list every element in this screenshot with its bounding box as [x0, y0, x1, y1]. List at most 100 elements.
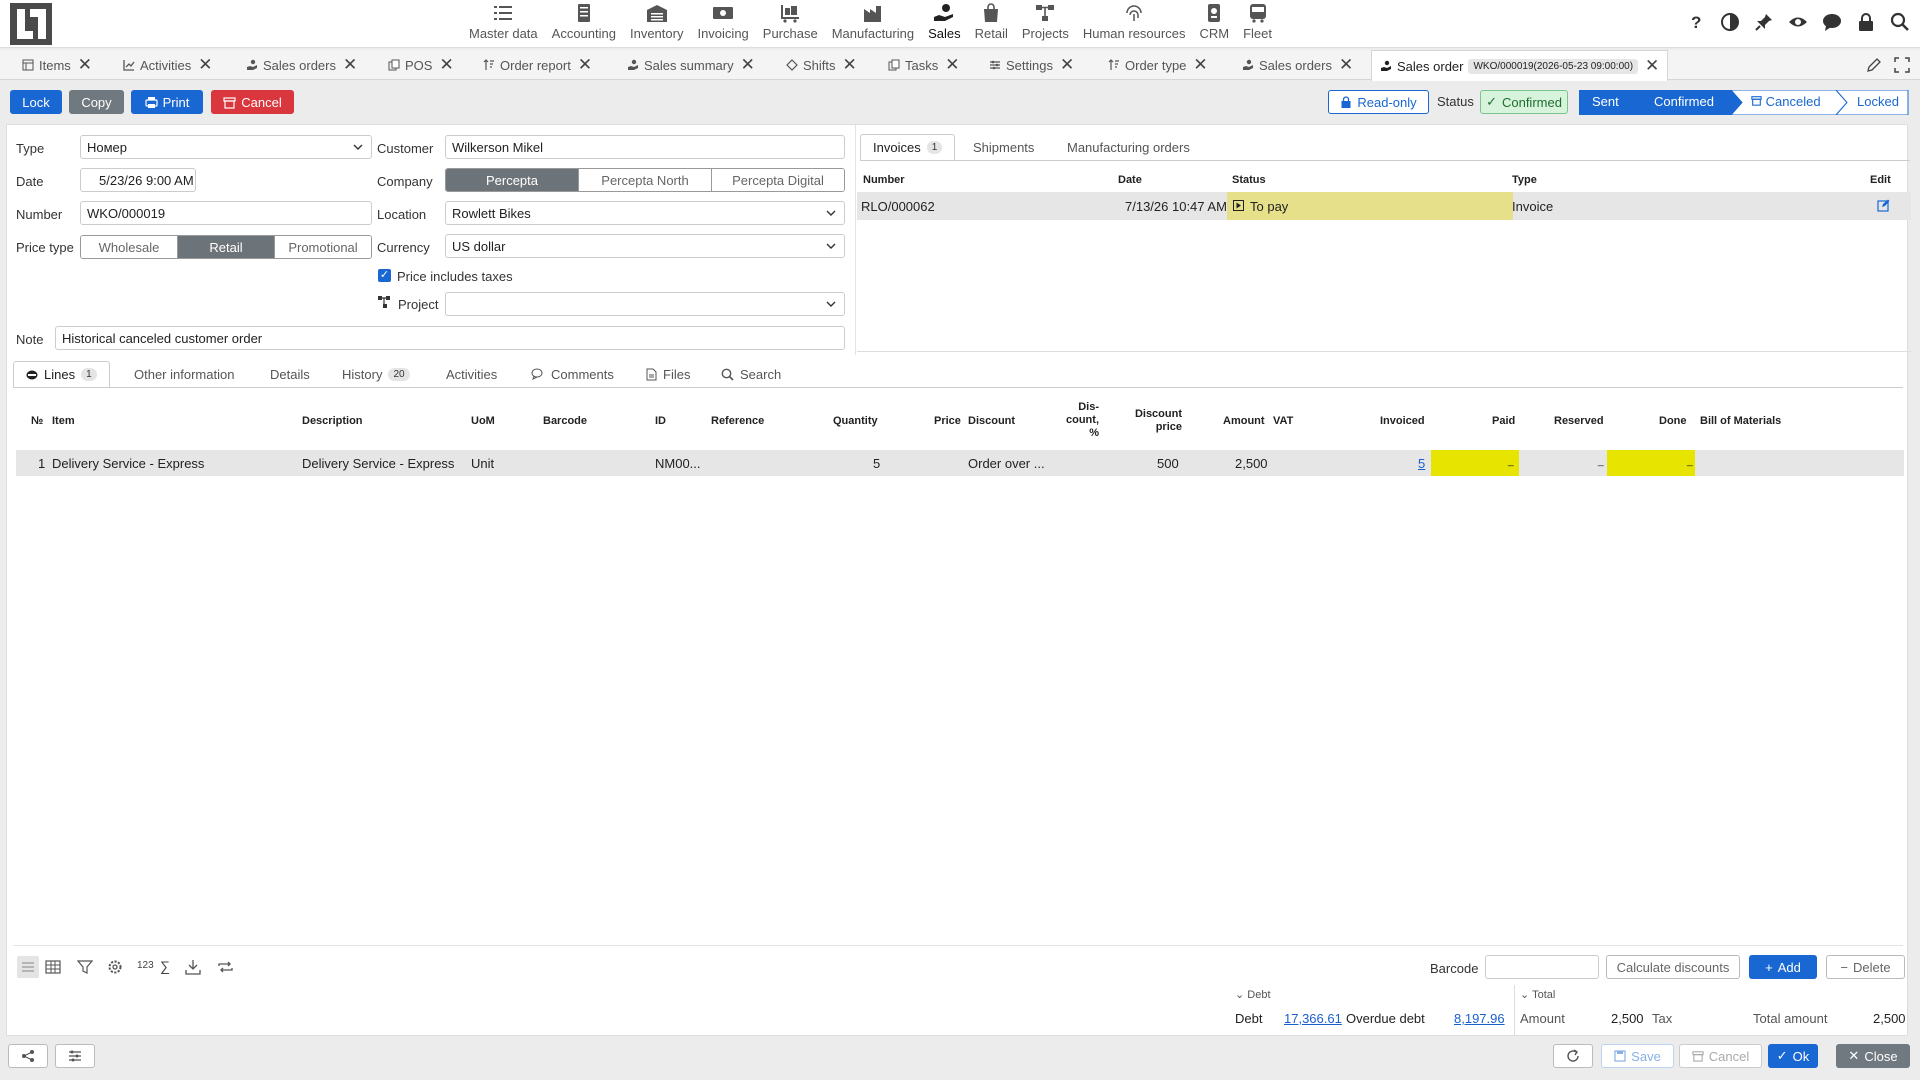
- module-retail[interactable]: Retail: [968, 0, 1015, 48]
- cancel-button[interactable]: Cancel: [1679, 1044, 1762, 1068]
- lock-button[interactable]: Lock: [10, 90, 62, 114]
- location-select[interactable]: Rowlett Bikes: [445, 201, 845, 225]
- module-sales[interactable]: Sales: [921, 0, 968, 48]
- tab-items[interactable]: Items ✕: [22, 50, 92, 80]
- module-invoicing[interactable]: Invoicing: [690, 0, 755, 48]
- company-percepta-digital[interactable]: Percepta Digital: [712, 169, 844, 191]
- close-icon[interactable]: ✕: [439, 55, 453, 75]
- settings-button[interactable]: [55, 1044, 95, 1068]
- module-inventory[interactable]: Inventory: [623, 0, 690, 48]
- contrast-icon[interactable]: [1720, 12, 1740, 32]
- tab-sales-summary[interactable]: Sales summary ✕: [627, 50, 755, 80]
- tab-order-type[interactable]: Order type ✕: [1108, 50, 1208, 80]
- type-select[interactable]: Номер: [80, 135, 372, 159]
- debt-section-toggle[interactable]: ⌄ Debt: [1235, 988, 1271, 1001]
- list-view-button[interactable]: [17, 956, 39, 978]
- module-crm[interactable]: CRM: [1192, 0, 1236, 48]
- debt-link[interactable]: 17,366.61: [1284, 1011, 1342, 1026]
- print-button[interactable]: Print: [131, 90, 203, 114]
- tab-activities[interactable]: Activities ✕: [123, 50, 213, 80]
- filter-icon[interactable]: [77, 959, 93, 975]
- delete-line-button[interactable]: − Delete: [1826, 955, 1905, 979]
- help-icon[interactable]: ?: [1686, 12, 1706, 32]
- tab-order-report[interactable]: Order report ✕: [483, 50, 592, 80]
- gear-icon[interactable]: [107, 959, 123, 975]
- barcode-input[interactable]: [1485, 955, 1599, 979]
- pin-icon[interactable]: [1754, 12, 1774, 32]
- read-only-button[interactable]: Read-only: [1328, 90, 1429, 114]
- tab-shipments[interactable]: Shipments: [973, 134, 1034, 160]
- copy-button[interactable]: Copy: [69, 90, 124, 114]
- sum-toggle[interactable]: ∑: [160, 958, 170, 974]
- module-master-data[interactable]: Master data: [462, 0, 545, 48]
- cancel-document-button[interactable]: Cancel: [211, 90, 294, 114]
- total-section-toggle[interactable]: ⌄ Total: [1520, 988, 1555, 1001]
- fullscreen-icon[interactable]: [1894, 57, 1910, 73]
- workflow-sent[interactable]: Sent: [1592, 94, 1619, 109]
- tab-shifts[interactable]: Shifts ✕: [786, 50, 857, 80]
- date-field[interactable]: 5/23/26 9:00 AM: [80, 168, 196, 192]
- overdue-debt-link[interactable]: 8,197.96: [1454, 1011, 1505, 1026]
- tab-settings[interactable]: Settings ✕: [989, 50, 1074, 80]
- search-icon[interactable]: [1890, 12, 1910, 32]
- tab-lines[interactable]: Lines 1: [13, 361, 110, 387]
- module-projects[interactable]: Projects: [1015, 0, 1076, 48]
- close-icon[interactable]: ✕: [343, 55, 357, 75]
- tab-activities-lower[interactable]: Activities: [446, 361, 497, 387]
- note-field[interactable]: Historical canceled customer order: [55, 326, 845, 350]
- tab-details[interactable]: Details: [270, 361, 310, 387]
- tab-history[interactable]: History 20: [342, 361, 410, 387]
- edit-icon[interactable]: [1877, 199, 1890, 212]
- workflow-confirmed[interactable]: Confirmed: [1654, 94, 1714, 109]
- close-button[interactable]: ✕ Close: [1836, 1044, 1910, 1068]
- module-purchase[interactable]: Purchase: [756, 0, 825, 48]
- share-button[interactable]: [8, 1044, 48, 1068]
- number-format-toggle[interactable]: 123: [137, 960, 154, 971]
- tab-sales-order-active[interactable]: Sales order WKO/000019(2026-05-23 09:00:0…: [1371, 50, 1669, 81]
- price-type-promotional[interactable]: Promotional: [275, 236, 371, 258]
- number-field[interactable]: WKO/000019: [80, 201, 372, 225]
- tab-sales-orders[interactable]: Sales orders ✕: [246, 50, 357, 80]
- close-icon[interactable]: ✕: [78, 55, 92, 75]
- customer-field[interactable]: Wilkerson Mikel: [445, 135, 845, 159]
- tab-files[interactable]: Files: [646, 361, 690, 387]
- workflow-canceled[interactable]: Canceled: [1751, 94, 1821, 109]
- ok-button[interactable]: ✓ Ok: [1768, 1044, 1818, 1068]
- company-percepta-north[interactable]: Percepta North: [579, 169, 712, 191]
- project-select[interactable]: [445, 292, 845, 316]
- chat-icon[interactable]: [1822, 12, 1842, 32]
- save-button[interactable]: Save: [1601, 1044, 1674, 1068]
- grid-view-icon[interactable]: [45, 959, 61, 975]
- close-icon[interactable]: ✕: [198, 55, 212, 75]
- tab-search[interactable]: Search: [721, 361, 781, 387]
- workflow-locked[interactable]: Locked: [1857, 94, 1899, 109]
- close-icon[interactable]: ✕: [945, 55, 959, 75]
- app-logo[interactable]: [10, 3, 52, 45]
- module-fleet[interactable]: Fleet: [1236, 0, 1279, 48]
- price-type-wholesale[interactable]: Wholesale: [81, 236, 178, 258]
- close-icon[interactable]: ✕: [1193, 55, 1207, 75]
- tab-invoices[interactable]: Invoices 1: [860, 134, 956, 160]
- tab-pos[interactable]: POS ✕: [388, 50, 454, 80]
- close-icon[interactable]: ✕: [1339, 55, 1353, 75]
- module-manufacturing[interactable]: Manufacturing: [825, 0, 921, 48]
- tab-tasks[interactable]: Tasks ✕: [888, 50, 959, 80]
- download-icon[interactable]: [185, 959, 201, 975]
- close-icon[interactable]: ✕: [1060, 55, 1074, 75]
- add-line-button[interactable]: + Add: [1749, 955, 1817, 979]
- currency-select[interactable]: US dollar: [445, 234, 845, 258]
- close-icon[interactable]: ✕: [1645, 56, 1659, 76]
- price-type-retail[interactable]: Retail: [178, 236, 275, 258]
- eye-icon[interactable]: [1788, 12, 1808, 32]
- repeat-icon[interactable]: [217, 959, 234, 975]
- tab-comments[interactable]: Comments: [531, 361, 614, 387]
- price-includes-taxes-checkbox[interactable]: ✓: [378, 269, 391, 282]
- lock-icon[interactable]: [1856, 12, 1876, 32]
- pencil-icon[interactable]: [1866, 57, 1882, 73]
- close-icon[interactable]: ✕: [741, 55, 755, 75]
- calculate-discounts-button[interactable]: Calculate discounts: [1606, 955, 1740, 979]
- company-percepta[interactable]: Percepta: [446, 169, 579, 191]
- module-human-resources[interactable]: Human resources: [1076, 0, 1193, 48]
- tab-other-information[interactable]: Other information: [134, 361, 234, 387]
- invoiced-link[interactable]: 5: [1418, 456, 1425, 471]
